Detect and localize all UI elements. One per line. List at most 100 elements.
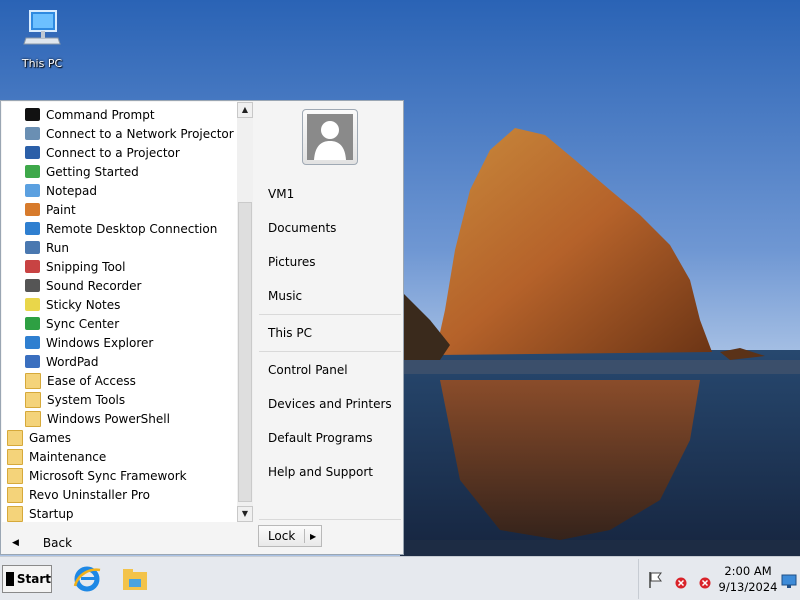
program-label: Remote Desktop Connection [46, 221, 218, 236]
this-pc-link[interactable]: This PC [268, 326, 312, 340]
scroll-down-button[interactable]: ▼ [237, 506, 253, 522]
program-label: Ease of Access [47, 373, 136, 388]
program-label: Startup [29, 506, 74, 521]
program-label: Command Prompt [46, 107, 155, 122]
lock-button[interactable]: Lock [259, 529, 306, 543]
program-item[interactable]: Sound Recorder [25, 276, 141, 295]
program-item[interactable]: Connect to a Projector [25, 143, 180, 162]
user-avatar[interactable] [302, 109, 358, 165]
program-item[interactable]: Getting Started [25, 162, 139, 181]
folder-icon [25, 391, 41, 408]
program-label: Revo Uninstaller Pro [29, 487, 150, 502]
power-options-arrow-button[interactable]: ▶ [305, 532, 321, 541]
user-name-link[interactable]: VM1 [268, 187, 294, 201]
folder-icon [7, 467, 23, 484]
help-and-support-link[interactable]: Help and Support [268, 465, 373, 479]
back-arrow-icon: ◀ [12, 538, 19, 548]
control-panel-link[interactable]: Control Panel [268, 363, 348, 377]
pictures-link[interactable]: Pictures [268, 255, 316, 269]
clock[interactable]: 2:00 AM 9/13/2024 [715, 563, 781, 595]
back-button[interactable]: ◀ Back [2, 531, 253, 555]
microphone-icon [25, 279, 40, 292]
program-item[interactable]: Windows Explorer [25, 333, 153, 352]
folder-icon [7, 429, 23, 446]
programs-scrollbar[interactable]: ▲ ▼ [237, 102, 253, 522]
show-desktop-icon[interactable] [781, 573, 797, 589]
internet-explorer-icon[interactable] [72, 564, 102, 594]
start-button[interactable]: Start [2, 565, 52, 593]
program-label: Paint [46, 202, 76, 217]
program-item[interactable]: Sync Center [25, 314, 119, 333]
program-item[interactable]: Paint [25, 200, 76, 219]
scroll-up-button[interactable]: ▲ [237, 102, 253, 118]
volume-error-icon[interactable] [699, 577, 711, 589]
windows-explorer-icon [25, 336, 40, 349]
right-pane-separator [259, 519, 401, 520]
network-projector-icon [25, 127, 40, 140]
program-item[interactable]: Run [25, 238, 69, 257]
program-item[interactable]: Games [7, 428, 71, 447]
start-menu-right-pane: VM1 Documents Pictures Music This PC Control … [257, 101, 403, 554]
paint-icon [25, 203, 40, 216]
right-pane-separator [259, 351, 401, 352]
program-label: System Tools [47, 392, 126, 407]
program-label: Games [29, 430, 71, 445]
start-square-icon [6, 572, 14, 586]
file-explorer-icon[interactable] [120, 564, 150, 594]
program-label: Connect to a Network Projector [46, 126, 234, 141]
notepad-icon [25, 184, 40, 197]
folder-icon [7, 505, 23, 522]
program-item[interactable]: Maintenance [7, 447, 106, 466]
user-silhouette-icon [314, 121, 346, 160]
desktop-icon-this-pc[interactable]: This PC [14, 8, 70, 70]
program-item[interactable]: Notepad [25, 181, 97, 200]
sticky-notes-icon [25, 298, 40, 311]
program-item[interactable]: System Tools [25, 390, 125, 409]
scrollbar-thumb[interactable] [238, 202, 252, 502]
program-label: Windows Explorer [46, 335, 154, 350]
wordpad-icon [25, 355, 40, 368]
program-label: Sync Center [46, 316, 120, 331]
getting-started-icon [25, 165, 40, 178]
folder-icon [25, 372, 41, 389]
program-item[interactable]: Command Prompt [25, 105, 155, 124]
action-center-flag-icon[interactable] [647, 571, 663, 589]
program-item[interactable]: Remote Desktop Connection [25, 219, 217, 238]
run-icon [25, 241, 40, 254]
program-item[interactable]: Microsoft Sync Framework [7, 466, 187, 485]
program-item[interactable]: Ease of Access [25, 371, 136, 390]
folder-icon [7, 486, 23, 503]
program-item[interactable]: WordPad [25, 352, 99, 371]
folder-icon [7, 448, 23, 465]
default-programs-link[interactable]: Default Programs [268, 431, 373, 445]
program-label: Sound Recorder [46, 278, 142, 293]
system-tray: 2:00 AM 9/13/2024 [638, 559, 800, 599]
network-error-icon[interactable] [675, 577, 687, 589]
desktop-icon-label: This PC [21, 57, 63, 70]
program-label: Snipping Tool [46, 259, 126, 274]
computer-icon [23, 10, 61, 45]
program-item[interactable]: Revo Uninstaller Pro [7, 485, 150, 504]
program-item[interactable]: Snipping Tool [25, 257, 125, 276]
taskbar: Start 2:00 AM 9/13/2024 [0, 556, 800, 600]
projector-icon [25, 146, 40, 159]
sync-center-icon [25, 317, 40, 330]
program-item[interactable]: Connect to a Network Projector [25, 124, 234, 143]
right-pane-separator [259, 314, 401, 315]
command-prompt-icon [25, 108, 40, 121]
program-label: Maintenance [29, 449, 107, 464]
clock-date: 9/13/2024 [718, 580, 778, 594]
documents-link[interactable]: Documents [268, 221, 336, 235]
clock-time: 2:00 AM [724, 564, 772, 578]
back-label: Back [42, 536, 73, 550]
program-label: Connect to a Projector [46, 145, 180, 160]
program-label: Notepad [46, 183, 97, 198]
folder-icon [25, 410, 41, 427]
music-link[interactable]: Music [268, 289, 302, 303]
program-item[interactable]: Windows PowerShell [25, 409, 170, 428]
program-item[interactable]: Sticky Notes [25, 295, 120, 314]
lock-button-group: Lock ▶ [258, 525, 322, 547]
snipping-tool-icon [25, 260, 40, 273]
program-item[interactable]: Startup [7, 504, 74, 522]
devices-and-printers-link[interactable]: Devices and Printers [268, 397, 392, 411]
